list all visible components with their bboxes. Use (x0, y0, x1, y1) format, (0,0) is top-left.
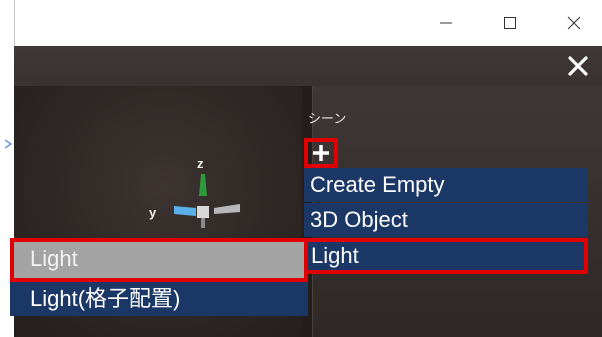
window-close-button[interactable] (551, 0, 597, 46)
maximize-icon (504, 17, 516, 29)
menu-item-3d-object[interactable]: 3D Object (304, 203, 588, 237)
menu-item-create-empty[interactable]: Create Empty (304, 168, 588, 202)
app-close-button[interactable] (560, 48, 596, 84)
close-icon (567, 16, 581, 30)
plus-icon (313, 145, 329, 161)
scene-panel-title: シーン (308, 111, 347, 126)
title-bar (14, 0, 602, 46)
gizmo-center[interactable] (197, 206, 209, 218)
minimize-icon (440, 22, 452, 24)
submenu-item-light[interactable]: Light (10, 238, 308, 282)
y-axis-label: y (149, 205, 157, 220)
y-axis-arrow (174, 206, 196, 216)
axis-gizmo[interactable] (164, 156, 254, 236)
submenu-item-light-grid[interactable]: Light(格子配置) (10, 282, 308, 316)
x-axis-arrow (214, 204, 240, 214)
z-axis-arrow (199, 174, 207, 196)
minimize-button[interactable] (423, 0, 469, 46)
arrow-icon (4, 139, 13, 149)
menu-item-light[interactable]: Light (304, 238, 588, 274)
z-axis-label: z (197, 156, 204, 171)
neg-axis (201, 218, 205, 228)
close-x-icon (568, 56, 588, 76)
maximize-button[interactable] (487, 0, 533, 46)
app-toolbar (14, 46, 602, 86)
add-object-button[interactable] (304, 138, 338, 168)
